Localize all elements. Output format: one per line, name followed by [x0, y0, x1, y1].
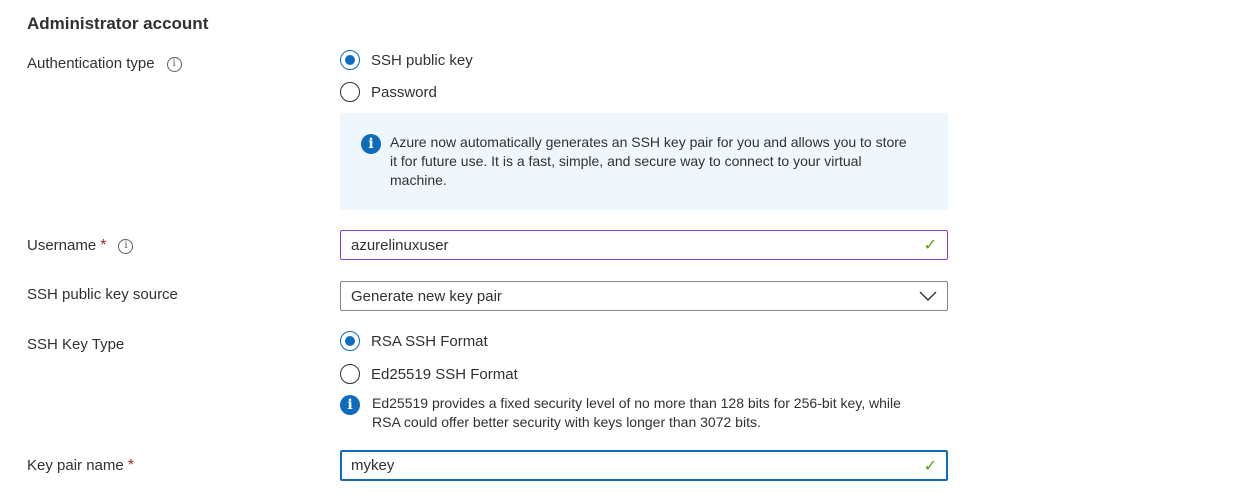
info-icon: i — [340, 395, 360, 415]
username-label: Username * i — [27, 236, 134, 256]
username-input[interactable]: azurelinuxuser ✓ — [340, 230, 948, 260]
key-pair-name-label-text: Key pair name — [27, 457, 124, 474]
chevron-down-icon[interactable] — [919, 290, 937, 302]
ssh-info-message: i Azure now automatically generates an S… — [340, 113, 948, 210]
info-icon[interactable]: i — [118, 238, 134, 254]
username-value: azurelinuxuser — [351, 236, 449, 254]
key-pair-name-input[interactable]: mykey ✓ — [340, 450, 948, 481]
radio-ssh-public-key[interactable]: SSH public key — [340, 48, 473, 72]
ssh-key-source-value: Generate new key pair — [351, 287, 502, 305]
ssh-key-source-dropdown[interactable]: Generate new key pair — [340, 281, 948, 311]
ssh-info-text: Azure now automatically generates an SSH… — [390, 134, 907, 188]
key-pair-name-value: mykey — [351, 457, 395, 474]
authentication-type-label-text: Authentication type — [27, 55, 155, 72]
ssh-key-source-label: SSH public key source — [27, 285, 178, 305]
key-type-note-text: Ed25519 provides a fixed security level … — [372, 395, 901, 430]
radio-rsa-ssh-format[interactable]: RSA SSH Format — [340, 329, 488, 353]
ssh-key-type-label: SSH Key Type — [27, 335, 124, 355]
radio-button-unchecked[interactable] — [340, 364, 360, 384]
radio-label: SSH public key — [371, 51, 473, 69]
radio-label: Ed25519 SSH Format — [371, 365, 518, 383]
radio-password[interactable]: Password — [340, 80, 437, 104]
ssh-key-source-label-text: SSH public key source — [27, 286, 178, 303]
radio-button-checked[interactable] — [340, 50, 360, 70]
authentication-type-label: Authentication type i — [27, 54, 182, 74]
radio-label: RSA SSH Format — [371, 332, 488, 350]
required-mark: * — [100, 237, 107, 254]
radio-button-checked[interactable] — [340, 331, 360, 351]
username-label-text: Username — [27, 237, 97, 254]
info-icon[interactable]: i — [166, 56, 182, 72]
checkmark-icon: ✓ — [923, 237, 937, 254]
info-icon: i — [361, 134, 381, 154]
radio-label: Password — [371, 83, 437, 101]
ssh-key-type-label-text: SSH Key Type — [27, 336, 125, 353]
checkmark-icon: ✓ — [923, 457, 937, 475]
radio-button-unchecked[interactable] — [340, 82, 360, 102]
section-title: Administrator account — [27, 14, 209, 33]
key-type-note: i Ed25519 provides a fixed security leve… — [340, 394, 932, 432]
key-pair-name-label: Key pair name * — [27, 456, 134, 476]
required-mark: * — [127, 457, 134, 474]
radio-ed25519-ssh-format[interactable]: Ed25519 SSH Format — [340, 362, 518, 386]
